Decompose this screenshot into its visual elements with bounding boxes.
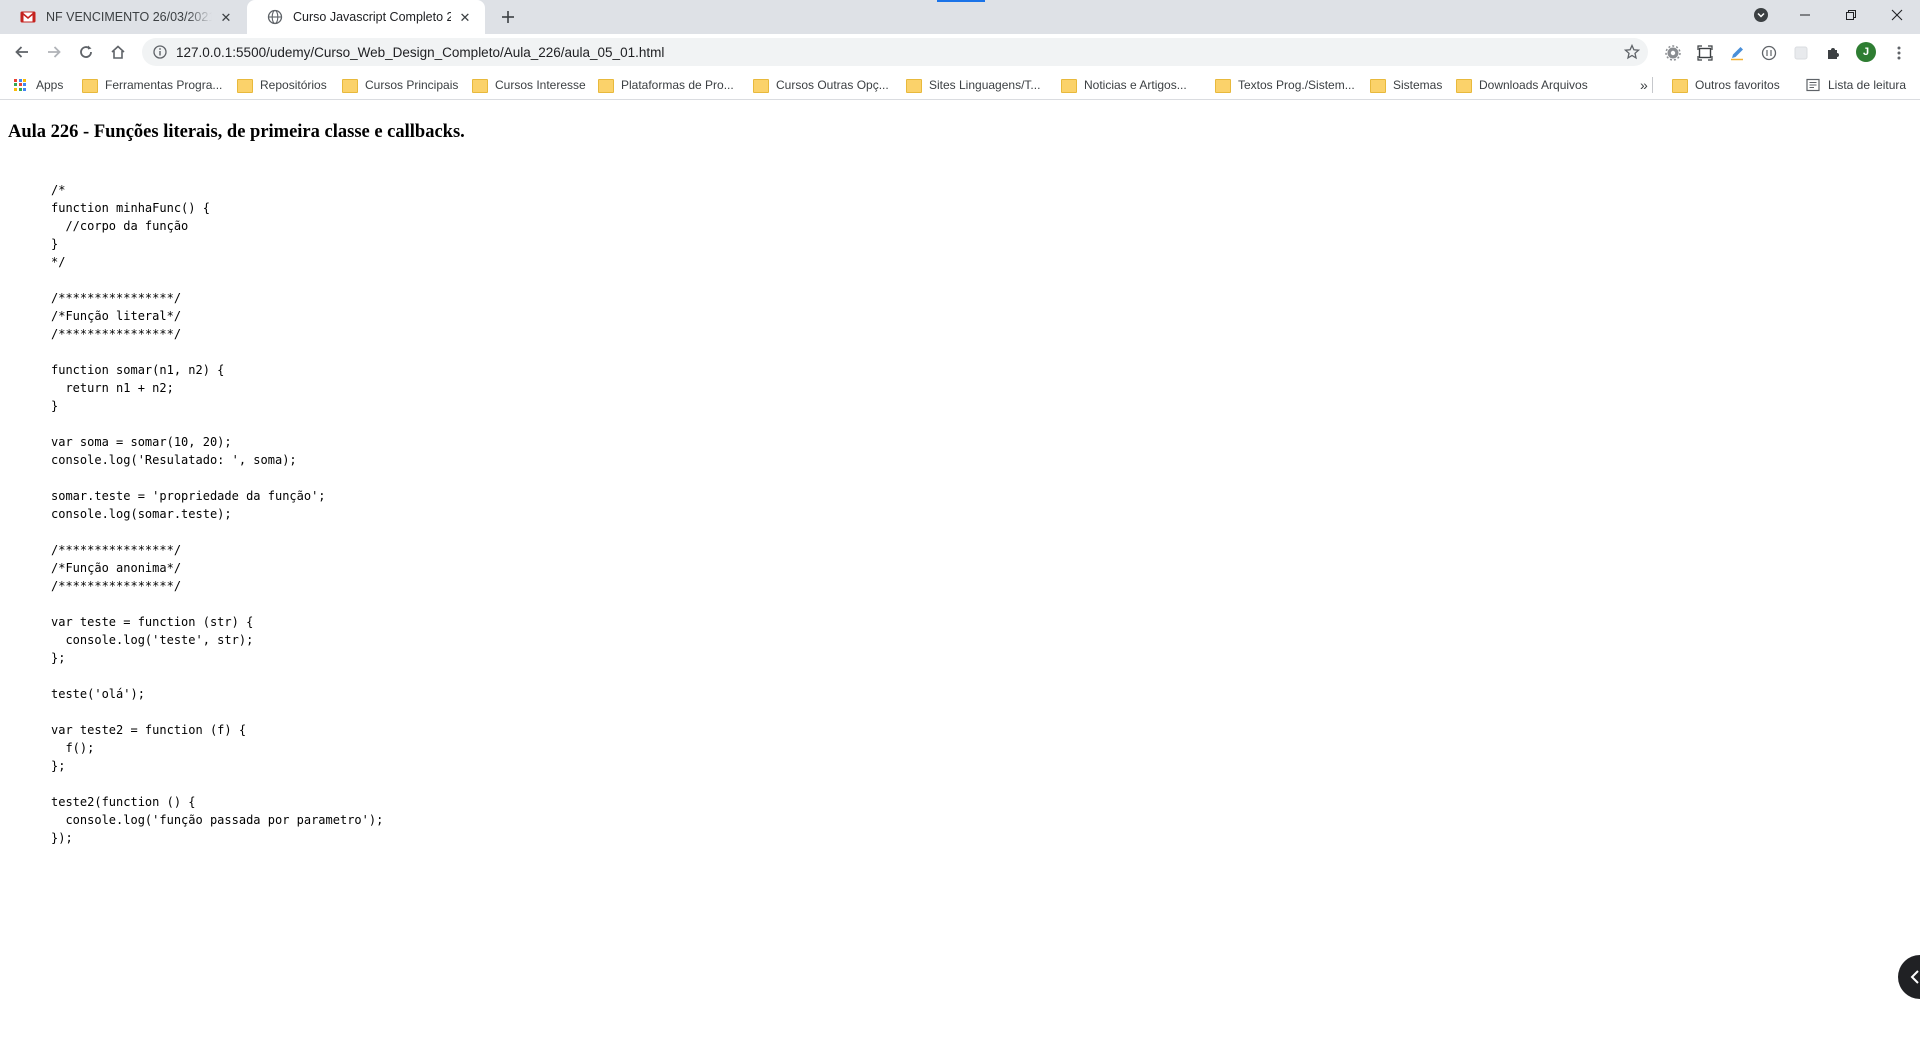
tab-close-icon[interactable]: ✕ xyxy=(457,9,473,25)
folder-icon xyxy=(82,78,98,93)
puzzle-icon[interactable] xyxy=(1824,44,1842,62)
folder-icon xyxy=(753,78,769,93)
bookmark-apps[interactable]: Apps xyxy=(14,70,63,99)
bookmarks-bar: Apps Ferramentas Progra... Repositórios … xyxy=(0,70,1920,100)
more-vert-icon[interactable] xyxy=(1890,44,1908,62)
bookmark-label: Repositórios xyxy=(260,77,327,92)
chevron-double-right-icon: » xyxy=(1640,76,1648,93)
folder-icon xyxy=(906,78,922,93)
bookmark-label: Textos Prog./Sistem... xyxy=(1238,77,1355,92)
extension-circle-icon[interactable] xyxy=(1760,44,1778,62)
folder-icon xyxy=(472,78,488,93)
reading-list-icon xyxy=(1806,78,1820,91)
back-button[interactable] xyxy=(8,38,36,66)
folder-icon xyxy=(342,78,358,93)
forward-button[interactable] xyxy=(40,38,68,66)
bookmark-label: Cursos Interesse xyxy=(495,77,586,92)
screen-capture-icon[interactable] xyxy=(1696,44,1714,62)
folder-icon xyxy=(1215,78,1231,93)
reading-list-button[interactable]: Lista de leitura xyxy=(1806,70,1906,99)
bookmark-other-favorites[interactable]: Outros favoritos xyxy=(1672,70,1780,99)
bookmark-folder[interactable]: Downloads Arquivos xyxy=(1456,70,1588,99)
tab-strip: NF VENCIMENTO 26/03/2021 - jo ✕ Curso Ja… xyxy=(0,0,1920,34)
folder-icon xyxy=(237,78,253,93)
plus-icon xyxy=(502,11,514,23)
close-icon xyxy=(1891,9,1903,21)
tab-title: Curso Javascript Completo 2008 xyxy=(293,10,451,24)
bookmark-label: Apps xyxy=(36,77,64,92)
gmail-icon xyxy=(20,9,36,25)
page-content: Aula 226 - Funções literais, de primeira… xyxy=(0,101,1920,1040)
reload-icon xyxy=(80,45,92,58)
arrow-left-icon xyxy=(15,46,28,58)
tab-strip-indicator xyxy=(937,0,985,2)
tab-close-icon[interactable]: ✕ xyxy=(218,9,234,25)
folder-icon xyxy=(1370,78,1386,93)
bookmarks-separator xyxy=(1652,77,1653,93)
bookmark-label: Lista de leitura xyxy=(1828,77,1907,92)
extension-gear-icon[interactable] xyxy=(1664,44,1682,62)
tab-search-button[interactable] xyxy=(1738,0,1784,30)
bookmark-label: Cursos Principais xyxy=(365,77,459,92)
bookmark-folder[interactable]: Noticias e Artigos... xyxy=(1061,70,1187,99)
browser-toolbar: 127.0.0.1:5500/udemy/Curso_Web_Design_Co… xyxy=(0,34,1920,70)
home-button[interactable] xyxy=(104,38,132,66)
bookmark-folder[interactable]: Cursos Principais xyxy=(342,70,458,99)
bookmark-folder[interactable]: Cursos Interesse xyxy=(472,70,586,99)
bookmark-folder[interactable]: Sistemas xyxy=(1370,70,1442,99)
address-bar[interactable]: 127.0.0.1:5500/udemy/Curso_Web_Design_Co… xyxy=(142,38,1648,66)
bookmark-folder[interactable]: Plataformas de Pro... xyxy=(598,70,734,99)
globe-icon xyxy=(267,9,283,25)
tab-nf-vencimento[interactable]: NF VENCIMENTO 26/03/2021 - jo ✕ xyxy=(0,0,246,34)
bookmark-label: Downloads Arquivos xyxy=(1479,77,1588,92)
bookmarks-overflow-button[interactable]: » xyxy=(1640,70,1648,99)
arrow-right-icon xyxy=(48,46,61,58)
bookmark-label: Ferramentas Progra... xyxy=(105,77,223,92)
bookmark-label: Sites Linguagens/T... xyxy=(929,77,1041,92)
bookmark-folder[interactable]: Textos Prog./Sistem... xyxy=(1215,70,1355,99)
bookmark-folder[interactable]: Sites Linguagens/T... xyxy=(906,70,1040,99)
restore-icon xyxy=(1846,10,1856,20)
tab-curso-javascript[interactable]: Curso Javascript Completo 2008 ✕ xyxy=(247,0,485,34)
code-block: /* function minhaFunc() { //corpo da fun… xyxy=(51,183,384,845)
new-tab-button[interactable] xyxy=(496,5,520,29)
info-icon[interactable] xyxy=(152,44,168,60)
folder-icon xyxy=(598,78,614,93)
apps-grid-icon xyxy=(14,78,26,91)
folder-icon xyxy=(1061,78,1077,93)
bookmark-label: Noticias e Artigos... xyxy=(1084,77,1187,92)
chevron-down-circle-icon xyxy=(1754,8,1768,22)
bookmark-folder[interactable]: Ferramentas Progra... xyxy=(82,70,222,99)
bookmark-label: Plataformas de Pro... xyxy=(621,77,734,92)
folder-icon xyxy=(1456,78,1472,93)
extension-pen-icon[interactable] xyxy=(1728,44,1746,62)
minimize-icon xyxy=(1800,14,1810,16)
restore-button[interactable] xyxy=(1828,0,1874,30)
home-icon xyxy=(111,45,125,59)
bookmark-folder[interactable]: Cursos Outras Opç... xyxy=(753,70,889,99)
extension-blank-icon[interactable] xyxy=(1792,44,1810,62)
floating-action-button[interactable] xyxy=(1898,955,1920,999)
bookmark-folder[interactable]: Repositórios xyxy=(237,70,327,99)
bookmark-label: Sistemas xyxy=(1393,77,1443,92)
tab-title: NF VENCIMENTO 26/03/2021 - jo xyxy=(46,10,212,24)
url-text[interactable]: 127.0.0.1:5500/udemy/Curso_Web_Design_Co… xyxy=(176,45,664,60)
reload-button[interactable] xyxy=(72,38,100,66)
bookmark-label: Outros favoritos xyxy=(1695,77,1780,92)
minimize-button[interactable] xyxy=(1782,0,1828,30)
chevron-left-icon xyxy=(1910,970,1919,984)
profile-avatar[interactable]: J xyxy=(1856,42,1876,62)
bookmark-label: Cursos Outras Opç... xyxy=(776,77,889,92)
page-heading: Aula 226 - Funções literais, de primeira… xyxy=(8,122,465,142)
close-window-button[interactable] xyxy=(1874,0,1920,30)
bookmark-star-icon[interactable] xyxy=(1624,44,1640,60)
folder-icon xyxy=(1672,78,1688,93)
